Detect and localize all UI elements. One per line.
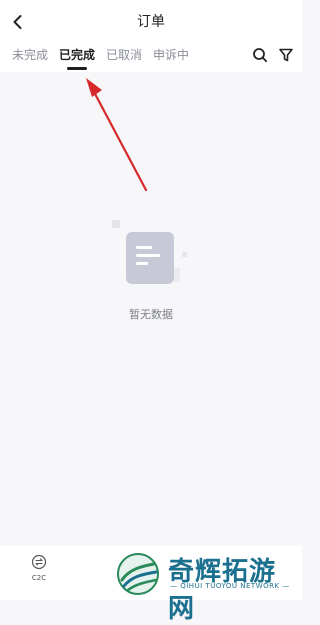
annotation-arrow: [86, 78, 148, 192]
empty-message: 暂无数据: [129, 308, 173, 321]
watermark-logo: 奇辉拓游网 — QIHUI TUOYOU NETWORK —: [112, 548, 298, 624]
tab-incomplete[interactable]: 未完成: [12, 46, 48, 64]
top-bar: 订单 未完成 已完成 已取消 申诉中: [0, 0, 302, 72]
watermark-globe-icon: [117, 553, 159, 595]
c2c-label: C2C: [31, 574, 47, 582]
watermark-subtext: — QIHUI TUOYOU NETWORK —: [170, 582, 290, 590]
order-tabs: 未完成 已完成 已取消 申诉中: [12, 46, 189, 70]
tab-completed[interactable]: 已完成: [59, 46, 95, 70]
filter-icon[interactable]: [278, 47, 294, 63]
page-title: 订单: [137, 14, 165, 30]
search-icon[interactable]: [252, 47, 268, 63]
tab-cancelled[interactable]: 已取消: [106, 46, 142, 64]
empty-document-icon: [112, 220, 187, 284]
c2c-nav[interactable]: C2C: [28, 554, 50, 582]
tab-appeal[interactable]: 申诉中: [153, 46, 189, 64]
c2c-exchange-icon: [31, 554, 47, 570]
